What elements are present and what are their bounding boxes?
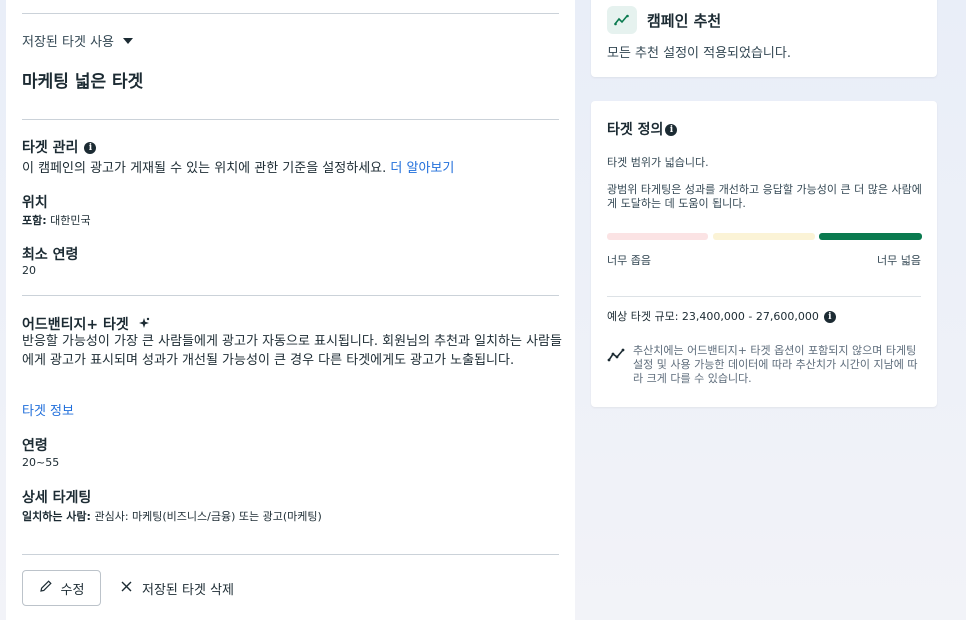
- audience-definition-card: 타겟 정의 i 타겟 범위가 넓습니다. 광범위 타게팅은 성과를 개선하고 응답…: [591, 101, 937, 407]
- saved-audience-label: 저장된 타겟 사용: [22, 35, 114, 50]
- estimate-note: 추산치에는 어드밴티지+ 타겟 옵션이 포함되지 않으며 타게팅 설정 및 사용…: [633, 344, 918, 385]
- meter-segment-broad: [819, 233, 922, 240]
- min-age-heading: 최소 연령: [22, 247, 79, 263]
- broad-label: 너무 넓음: [877, 254, 921, 267]
- detailed-targeting-heading: 상세 타게팅: [22, 490, 92, 506]
- divider: [22, 554, 559, 555]
- min-age-value: 20: [22, 264, 36, 277]
- breadth-status: 타겟 범위가 넓습니다.: [607, 156, 709, 169]
- recommendation-title: 캠페인 추천: [647, 12, 722, 30]
- sparkle-icon: [138, 317, 150, 333]
- divider: [22, 13, 559, 14]
- location-value: 포함: 대한민국: [22, 214, 91, 227]
- location-heading: 위치: [22, 195, 48, 211]
- delete-saved-audience-button[interactable]: 저장된 타겟 삭제: [121, 579, 234, 598]
- close-icon: [121, 581, 132, 596]
- meter-segment-narrow: [607, 233, 708, 240]
- estimated-audience-size: 예상 타겟 규모: 23,400,000 - 27,600,000 i: [607, 308, 836, 324]
- divider: [607, 296, 921, 297]
- estimate-trend-icon: [607, 347, 625, 366]
- advantage-heading: 어드밴티지+ 타겟: [22, 314, 150, 334]
- campaign-recommendation-card: 캠페인 추천 모든 추천 설정이 적용되었습니다.: [591, 0, 937, 77]
- targeting-mgmt-desc: 이 캠페인의 광고가 게재될 수 있는 위치에 관한 기준을 설정하세요. 더 …: [22, 161, 455, 176]
- info-icon[interactable]: i: [823, 311, 836, 323]
- advantage-desc: 반응할 가능성이 가장 큰 사람들에게 광고가 자동으로 표시됩니다. 회원님의…: [22, 334, 562, 368]
- divider: [22, 295, 559, 296]
- pencil-icon: [39, 579, 53, 597]
- info-icon[interactable]: i: [665, 124, 678, 136]
- info-icon[interactable]: i: [84, 142, 97, 154]
- age-value: 20~55: [22, 456, 60, 469]
- detailed-targeting-value: 일치하는 사람: 관심사: 마케팅(비즈니스/금융) 또는 광고(마케팅): [22, 510, 322, 523]
- definition-heading: 타겟 정의 i: [607, 119, 678, 139]
- edit-button-label: 수정: [60, 582, 85, 598]
- age-heading: 연령: [22, 438, 48, 454]
- saved-audience-dropdown[interactable]: 저장된 타겟 사용: [22, 31, 133, 50]
- audience-info-link[interactable]: 타겟 정보: [22, 400, 74, 419]
- narrow-label: 너무 좁음: [607, 254, 651, 267]
- learn-more-link[interactable]: 더 알아보기: [390, 161, 454, 176]
- recommendation-desc: 모든 추천 설정이 적용되었습니다.: [607, 46, 791, 61]
- delete-button-label: 저장된 타겟 삭제: [142, 583, 234, 598]
- divider: [22, 119, 559, 120]
- trend-icon: [607, 6, 637, 34]
- definition-desc: 광범위 타게팅은 성과를 개선하고 응답할 가능성이 큰 더 많은 사람에게 도…: [607, 183, 922, 210]
- audience-name: 마케팅 넓은 타겟: [22, 72, 144, 92]
- meter-segment-middle: [713, 233, 815, 240]
- edit-button[interactable]: 수정: [22, 570, 101, 606]
- caret-down-icon: [123, 37, 133, 44]
- audience-panel: 저장된 타겟 사용 마케팅 넓은 타겟 타겟 관리 i 이 캠페인의 광고가 게재…: [6, 0, 575, 620]
- targeting-mgmt-heading: 타겟 관리 i: [22, 137, 97, 157]
